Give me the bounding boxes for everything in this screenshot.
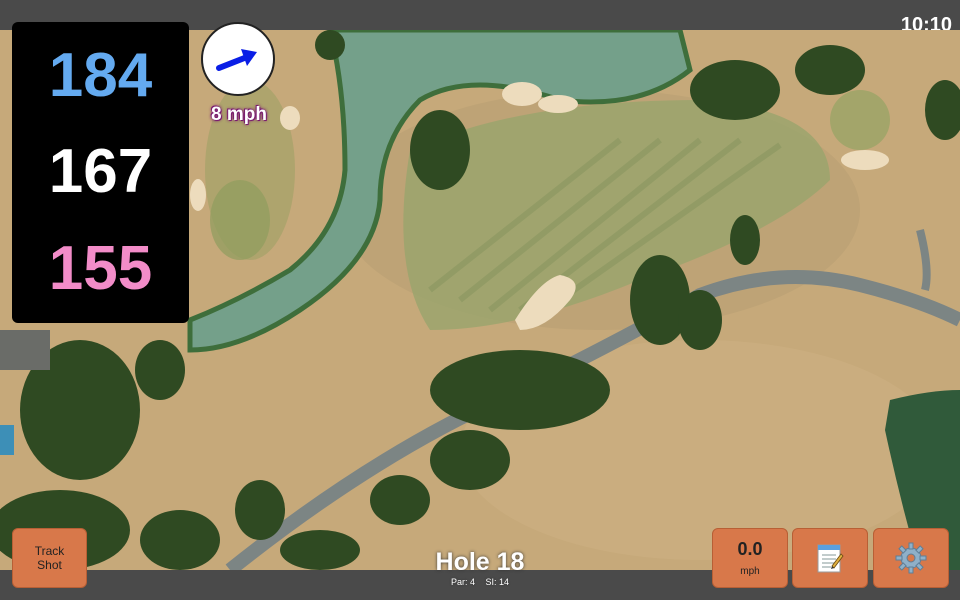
wind-speed: 8 mph xyxy=(211,104,267,125)
scorecard-notes-button[interactable] xyxy=(792,528,868,588)
wind-indicator xyxy=(201,22,275,96)
hole-meta: Par: 4 SI: 14 xyxy=(380,577,580,587)
track-shot-button[interactable]: Track Shot xyxy=(12,528,87,588)
arrow-icon xyxy=(216,49,257,71)
gear-icon xyxy=(895,542,927,574)
front-distance: 155 xyxy=(48,233,153,303)
yardage-panel: 184 167 155 xyxy=(12,22,189,323)
hole-stroke-index: SI: 14 xyxy=(485,577,510,587)
hole-title: Hole 18 xyxy=(435,548,525,576)
notepad-icon xyxy=(817,544,844,573)
middle-distance: 167 xyxy=(48,137,153,207)
settings-button[interactable] xyxy=(873,528,949,588)
hole-par: Par: 4 xyxy=(450,577,475,587)
speed-button[interactable]: 0.0 mph xyxy=(712,528,788,588)
track-shot-label-line1: Track xyxy=(34,544,65,558)
speed-value: 0.0 xyxy=(737,539,763,559)
track-shot-label-line2: Shot xyxy=(37,558,62,572)
speed-unit: mph xyxy=(740,566,760,577)
back-distance: 184 xyxy=(48,41,153,111)
